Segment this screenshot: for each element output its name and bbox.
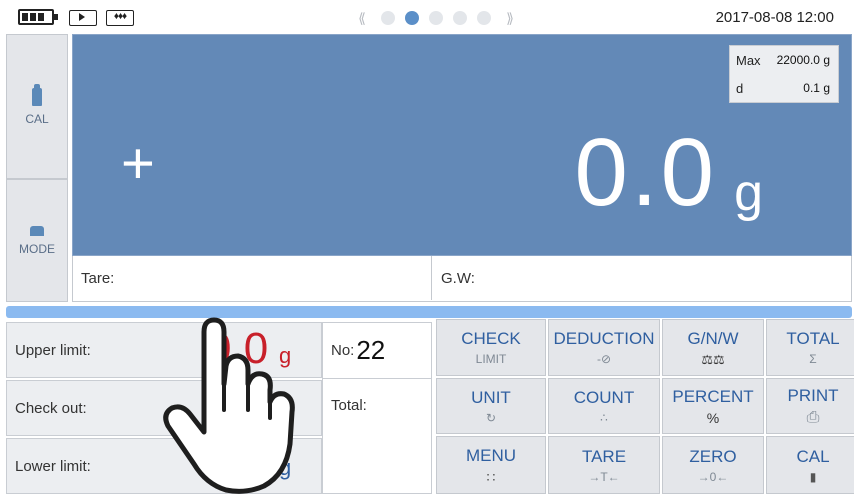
gw-label: G.W: [441,269,475,287]
key-label: PRINT [787,385,839,405]
page-indicator: ⟪ ⟫ [348,7,524,29]
number-value: 22 [356,335,386,365]
cycle-icon: ↻ [485,410,497,425]
mode-side-button[interactable]: MODE [6,179,68,302]
key-label: MENU [465,445,517,465]
lower-limit-label: Lower limit: [15,457,91,475]
number-label: No: [331,342,355,359]
key-label: ZERO [689,446,737,466]
page-dot[interactable] [381,11,395,25]
key-label: CAL [796,446,830,466]
max-value-group: 22000.0 g [777,53,830,67]
tare-divider [431,256,432,300]
menu-key[interactable]: MENU ∷ [436,436,546,494]
number-row: No: 22 [323,323,431,379]
gnw-weights-icon: ⚖⚖ [701,351,725,367]
calibration-weight-icon [32,83,42,106]
max-unit: g [823,53,830,67]
drops-icon: ♦♦♦ [106,10,134,26]
d-label: d [736,80,744,96]
print-key[interactable]: PRINT ⎙ [766,378,854,434]
check-out-label: Check out: [15,399,87,417]
mode-side-label: MODE [19,241,55,256]
cal-side-label: CAL [25,111,49,126]
tape-icon [69,10,97,26]
date-time: 2017-08-08 12:00 [715,9,834,26]
battery-icon [18,9,58,25]
max-value: 22000.0 [776,53,820,67]
status-bar: ♦♦♦ ⟪ ⟫ 2017-08-08 12:00 [0,0,854,34]
tare-key[interactable]: TARE →T← [548,436,660,494]
menu-grid-icon: ∷ [486,468,496,485]
key-label: TARE [581,446,627,466]
separator-bar [6,306,852,318]
check-limit-key[interactable]: CHECK LIMIT [436,319,546,376]
tare-label: Tare: [81,269,115,287]
key-label: TOTAL [786,329,840,348]
percent-icon: % [706,409,720,426]
limit-text: LIMIT [475,352,507,366]
cal-weight-icon: ▮ [809,469,817,484]
percent-key[interactable]: PERCENT % [662,378,764,434]
sigma-icon: Σ [809,352,817,366]
page-dot-active[interactable] [405,11,419,25]
weight-sign: + [121,131,155,196]
cal-side-button[interactable]: CAL [6,34,68,179]
upper-limit-label: Upper limit: [15,341,91,359]
count-dots-icon: ∴ [600,410,608,425]
max-row: Max 22000.0 g [730,46,838,74]
d-value-group: 0.1 g [803,81,830,95]
tare-icon: →T← [588,469,620,484]
weight-value: 0.0 [574,119,717,226]
printer-icon: ⎙ [806,408,820,426]
cal-key[interactable]: CAL ▮ [766,436,854,494]
zero-key[interactable]: ZERO →0← [662,436,764,494]
hand-pointer-icon [163,317,295,494]
page-dot[interactable] [453,11,467,25]
zero-icon: →0← [697,469,729,484]
arrow-left-icon[interactable]: ⟪ [348,8,376,28]
max-label: Max [736,52,761,68]
function-keypad: CHECK LIMIT DEDUCTION -⊘ G/N/W ⚖⚖ TOTAL … [436,319,854,497]
key-label: COUNT [573,387,635,407]
arrow-right-icon[interactable]: ⟫ [496,8,524,28]
total-label: Total: [331,397,367,414]
total-key[interactable]: TOTAL Σ [766,319,854,376]
key-label: DEDUCTION [553,329,655,348]
d-value: 0.1 [803,81,820,95]
tare-gw-bar: Tare: G.W: [72,256,852,302]
mode-icon [30,225,44,236]
unit-key[interactable]: UNIT ↻ [436,378,546,434]
count-box: No: 22 Total: [322,322,432,494]
page-dot[interactable] [429,11,443,25]
key-label: CHECK [461,329,521,348]
key-label: UNIT [471,387,511,407]
deduction-key[interactable]: DEDUCTION -⊘ [548,319,660,376]
d-unit: g [823,81,830,95]
gnw-key[interactable]: G/N/W ⚖⚖ [662,319,764,376]
key-label: PERCENT [672,386,754,406]
deduction-icon: -⊘ [596,352,612,366]
d-row: d 0.1 g [730,74,838,102]
capacity-box: Max 22000.0 g d 0.1 g [729,45,839,103]
weight-display: Max 22000.0 g d 0.1 g + 0.0 g [72,34,852,256]
count-key[interactable]: COUNT ∴ [548,378,660,434]
key-label: G/N/W [687,328,739,348]
weight-unit: g [734,164,763,222]
page-dot[interactable] [477,11,491,25]
